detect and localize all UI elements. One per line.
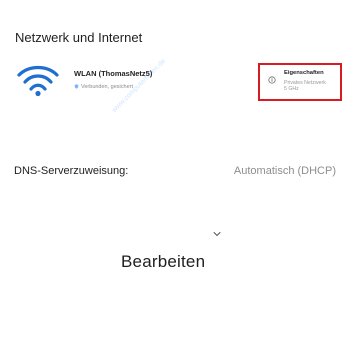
dns-label: DNS-Serverzuweisung: — [14, 165, 129, 177]
properties-title: Eigenschaften — [284, 70, 324, 76]
dns-value: Automatisch (DHCP) — [233, 165, 336, 177]
chevron-down-icon — [213, 231, 221, 237]
network-name: WLAN (ThomasNetz5) — [74, 69, 153, 78]
shield-icon — [74, 84, 79, 89]
properties-subtitle: Privates Netzwerk 5 GHz — [284, 80, 340, 92]
network-status-text: Verbunden, gesichert — [81, 83, 133, 90]
page-title: Netzwerk und Internet — [15, 30, 143, 45]
edit-button[interactable]: Bearbeiten — [121, 252, 205, 272]
properties-subtitle-line2: 5 GHz — [284, 86, 299, 92]
info-icon — [268, 76, 276, 84]
properties-button[interactable]: Eigenschaften Privates Netzwerk 5 GHz — [258, 63, 342, 101]
wifi-icon — [15, 62, 61, 98]
network-status: Verbunden, gesichert — [74, 82, 133, 91]
